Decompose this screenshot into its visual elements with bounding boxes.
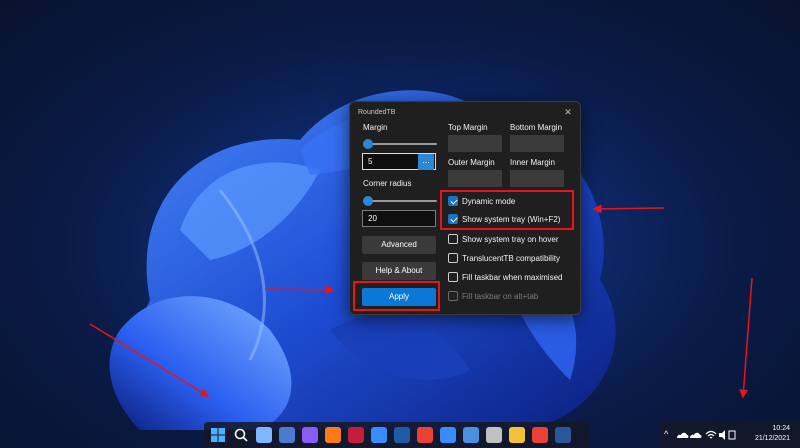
- mail-icon[interactable]: [463, 427, 479, 443]
- windows-start-icon[interactable]: [210, 427, 226, 443]
- annotation-arrows: [89, 204, 753, 399]
- search-icon[interactable]: [233, 427, 249, 443]
- app-icon[interactable]: [348, 427, 364, 443]
- arrow-to-apply: [264, 285, 335, 295]
- onedrive-icon: [690, 432, 702, 438]
- task-view-icon[interactable]: [256, 427, 272, 443]
- arrow-to-tray-options: [592, 204, 665, 214]
- clock-date[interactable]: 21/12/2021: [752, 435, 790, 442]
- arrow-to-system-tray: [739, 277, 753, 399]
- tray-icons: [677, 430, 736, 440]
- onedrive-icon[interactable]: [371, 427, 387, 443]
- chrome-icon[interactable]: [417, 427, 433, 443]
- settings-icon[interactable]: [486, 427, 502, 443]
- tray-chevron-icon[interactable]: ^: [664, 428, 668, 440]
- notepad-icon[interactable]: [440, 427, 456, 443]
- arrow-to-taskbar-left: [89, 323, 210, 397]
- cloud-icon: [677, 432, 689, 438]
- power-icon: [728, 430, 736, 440]
- clock-time[interactable]: 10:24: [752, 425, 790, 432]
- volume-icon: [719, 430, 725, 440]
- chat-icon[interactable]: [302, 427, 318, 443]
- widgets-icon[interactable]: [279, 427, 295, 443]
- app-r-icon[interactable]: [394, 427, 410, 443]
- file-explorer-icon[interactable]: [509, 427, 525, 443]
- wifi-icon: [705, 430, 717, 439]
- firefox-icon[interactable]: [325, 427, 341, 443]
- chrome-alt-icon[interactable]: [532, 427, 548, 443]
- word-icon[interactable]: [555, 427, 571, 443]
